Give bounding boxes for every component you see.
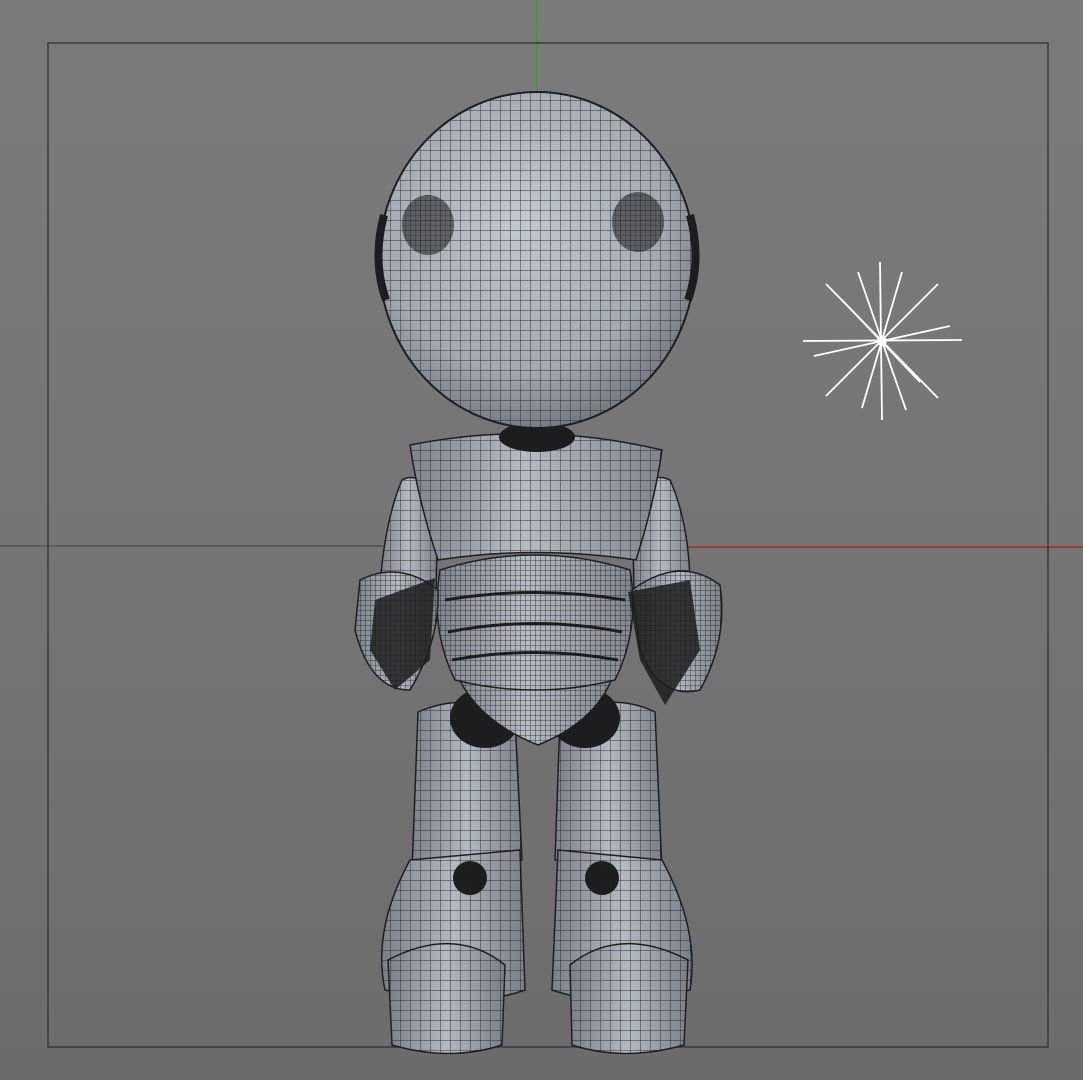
abdomen[interactable] — [436, 554, 634, 691]
starburst-icon[interactable] — [802, 261, 963, 421]
3d-viewport[interactable] — [0, 0, 1083, 1080]
viewport-scene[interactable] — [0, 0, 1083, 1080]
robot-model[interactable] — [354, 91, 723, 1055]
right-leg[interactable] — [551, 701, 693, 1055]
chest[interactable] — [409, 432, 663, 561]
head[interactable] — [374, 91, 700, 429]
left-leg[interactable] — [380, 701, 526, 1055]
